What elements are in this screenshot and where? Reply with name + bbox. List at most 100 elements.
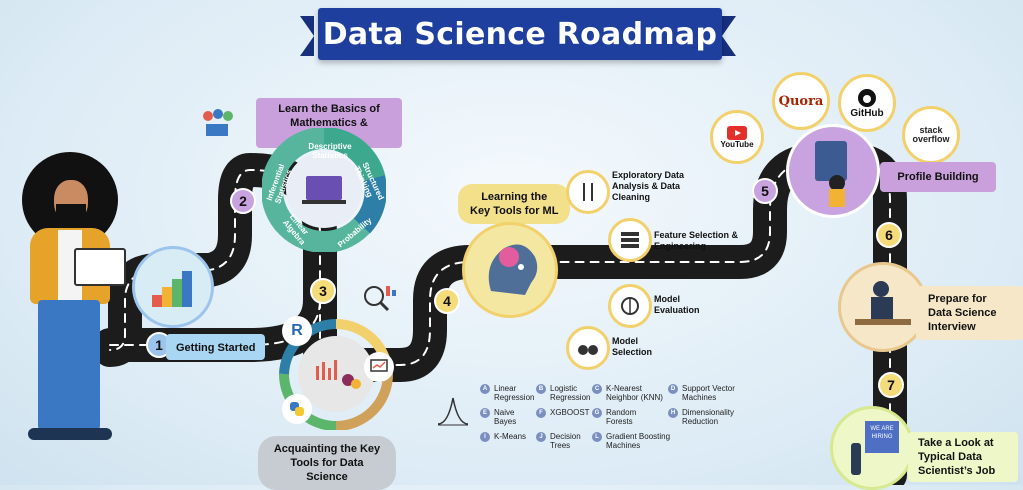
step-1-pill: Getting Started [166, 334, 266, 360]
model-g-line1: Random [606, 408, 637, 417]
interview-illustration [838, 262, 928, 352]
model-h: H Dimensionality Reduction [668, 408, 734, 426]
youtube-circle: YouTube [710, 110, 764, 164]
github-circle: GitHub [838, 74, 896, 132]
tool-eda-line1: Exploratory Data [612, 170, 685, 180]
tool-selection-label: Model Selection [612, 336, 652, 358]
tool-feature-line1: Feature Selection & [654, 230, 739, 240]
shoes [28, 428, 112, 440]
math-gears-icon [200, 108, 234, 138]
step-6-label-line3: Interview [928, 321, 976, 333]
title-ribbon-left [300, 16, 314, 56]
model-j-letter: J [536, 432, 546, 442]
python-logo [282, 394, 312, 424]
stairs-icon [152, 271, 192, 307]
model-e-line2: Bayes [494, 417, 517, 426]
tool-eval-line2: Evaluation [654, 305, 700, 315]
job-illustration: WE ARE HIRING [830, 406, 914, 490]
bell-curve-icon [437, 397, 469, 426]
laptop [74, 248, 126, 286]
model-j-line1: Decision [550, 432, 581, 441]
model-c: C K-Nearest Neighbor (KNN) [592, 384, 663, 402]
tool-eda-label: Exploratory Data Analysis & Data Cleanin… [612, 170, 684, 203]
step-3-number: 3 [310, 278, 336, 304]
title-ribbon-right [722, 16, 736, 56]
model-l: L Gradient Boosting Machines [592, 432, 670, 450]
model-b-line2: Regression [550, 393, 591, 402]
tool-selection-line1: Model [612, 336, 638, 346]
step-6-label: Prepare for Data Science Interview [916, 286, 1023, 340]
model-a: A Linear Regression [480, 384, 534, 402]
tool-eda-circle [566, 170, 610, 214]
model-d-line2: Machines [682, 393, 717, 402]
model-d-letter: D [668, 384, 678, 394]
model-c-letter: C [592, 384, 602, 394]
math-wheel: Descriptive Statistics Structured Thinki… [261, 127, 387, 253]
model-a-letter: A [480, 384, 490, 394]
step-6-label-line2: Data Science [928, 307, 997, 319]
model-l-line1: Gradient Boosting [606, 432, 671, 441]
model-i-line1: K-Means [494, 432, 527, 441]
step-5-number: 5 [752, 178, 778, 204]
broom-icon [583, 183, 593, 201]
model-f-letter: F [536, 408, 546, 418]
tool-eval-line1: Model [654, 294, 680, 304]
r-logo: R [282, 316, 312, 346]
tool-eval-label: Model Evaluation [654, 294, 700, 316]
model-c-line1: K-Nearest [606, 384, 643, 393]
step-3-label-line1: Acquainting the Key [273, 443, 381, 455]
step-4-label-line2: Key Tools for ML [470, 205, 559, 217]
step-2-number: 2 [230, 188, 256, 214]
step-1-label: Getting Started [176, 342, 256, 354]
step-6-label-line1: Prepare for [928, 293, 987, 305]
model-a-line1: Linear [494, 384, 517, 393]
monitor-logo [364, 352, 394, 382]
youtube-icon [727, 125, 747, 140]
youtube-label: YouTube [720, 139, 754, 149]
model-e-letter: E [480, 408, 490, 418]
step-7-label-line2: Typical Data [918, 451, 982, 463]
model-e-line1: Naive [494, 408, 515, 417]
model-g-line2: Forests [606, 417, 633, 426]
model-d-line1: Support Vector [682, 384, 735, 393]
model-b-letter: B [536, 384, 546, 394]
model-i: I K-Means [480, 432, 526, 442]
step-4-number: 4 [434, 288, 460, 314]
step-3-pill: Acquainting the Key Tools for Data Scien… [258, 436, 396, 490]
quora-label: Quora [778, 93, 824, 109]
profile-illustration [786, 124, 880, 218]
step-4-label: Learning the Key Tools for ML [458, 184, 571, 224]
interview-icon [855, 281, 911, 325]
github-label: GitHub [850, 107, 884, 119]
tool-eval-circle [608, 284, 652, 328]
tool-feature-label: Feature Selection & Engineering [654, 230, 738, 252]
model-c-line2: Neighbor (KNN) [606, 393, 663, 402]
step-4-label-line1: Learning the [481, 191, 548, 203]
python-icon [290, 402, 304, 416]
tool-eda-line3: Cleaning [612, 192, 651, 202]
model-h-letter: H [668, 408, 678, 418]
stackoverflow-label-2: overflow [912, 134, 950, 144]
step-5-label: Profile Building [880, 162, 996, 192]
beard [56, 204, 86, 226]
monitor-chart-icon [370, 359, 388, 372]
profile-building-icon [815, 141, 847, 207]
magnifier-chart-icon [364, 286, 396, 312]
ai-brain-head-icon [488, 244, 538, 295]
step-7-label-line3: Scientist’s Job [918, 465, 996, 477]
model-h-line1: Dimensionality [682, 408, 735, 417]
model-l-letter: L [592, 432, 602, 442]
hiring-board: WE ARE HIRING [865, 421, 899, 453]
feature-list-icon [621, 232, 639, 248]
model-j: J Decision Trees [536, 432, 581, 450]
tool-selection-line2: Selection [612, 347, 653, 357]
tool-feature-line2: Engineering [654, 241, 707, 251]
github-icon [858, 88, 876, 107]
stackoverflow-circle: stack overflow [902, 106, 960, 164]
step-2-label-line1: Learn the Basics of [278, 103, 380, 115]
getting-started-icon [132, 246, 214, 328]
ai-head [462, 222, 558, 318]
binoculars-icon [578, 345, 598, 355]
model-b: B Logistic Regression [536, 384, 590, 402]
model-l-line2: Machines [606, 441, 641, 450]
